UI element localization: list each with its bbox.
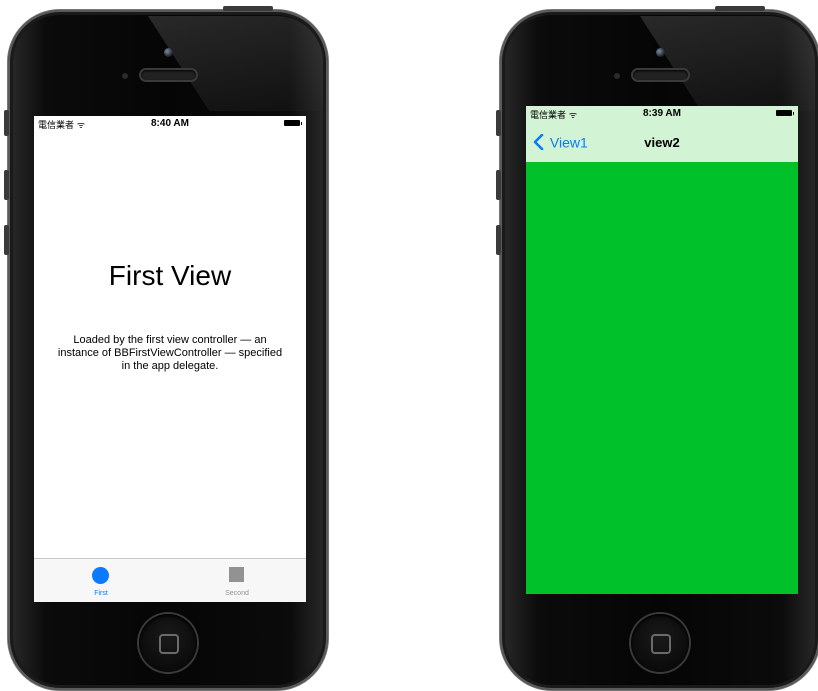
circle-icon bbox=[92, 567, 109, 584]
page-title: First View bbox=[108, 260, 232, 291]
screen-glare bbox=[640, 16, 815, 111]
volume-up-button bbox=[496, 170, 501, 200]
home-square-icon bbox=[159, 634, 179, 654]
screen-glare bbox=[148, 16, 323, 111]
volume-up-button bbox=[4, 170, 9, 200]
proximity-sensor bbox=[614, 73, 620, 79]
tab-second[interactable]: Second bbox=[187, 559, 287, 602]
mute-switch bbox=[496, 110, 501, 136]
tab-second-label: Second bbox=[225, 590, 249, 597]
mute-switch bbox=[4, 110, 9, 136]
home-button[interactable] bbox=[631, 614, 689, 672]
battery-icon bbox=[284, 120, 302, 126]
earpiece-speaker bbox=[633, 70, 688, 80]
earpiece-speaker bbox=[141, 70, 196, 80]
status-time: 8:39 AM bbox=[643, 108, 681, 119]
square-icon bbox=[229, 567, 244, 582]
status-bar: 電信業者 ᯤ 8:39 AM bbox=[526, 106, 798, 122]
power-button bbox=[715, 6, 765, 11]
home-square-icon bbox=[651, 634, 671, 654]
tab-bar: First Second bbox=[34, 558, 306, 602]
front-camera-icon bbox=[164, 48, 173, 57]
status-bar: 電信業者 ᯤ 8:40 AM bbox=[34, 116, 306, 132]
page-description: Loaded by the first view controller — an… bbox=[57, 334, 283, 372]
battery-icon bbox=[776, 110, 794, 116]
tab-first-label: First bbox=[94, 590, 108, 597]
tab-first[interactable]: First bbox=[51, 559, 151, 602]
right-iphone-frame: 電信業者 ᯤ 8:39 AM View1 view2 bbox=[496, 6, 818, 690]
nav-title: view2 bbox=[644, 135, 680, 150]
left-iphone-frame: 電信業者 ᯤ 8:40 AM First View Loaded by the … bbox=[4, 6, 328, 690]
power-button bbox=[223, 6, 273, 11]
home-button[interactable] bbox=[139, 614, 197, 672]
right-screen: 電信業者 ᯤ 8:39 AM View1 view2 bbox=[526, 106, 798, 594]
proximity-sensor bbox=[122, 73, 128, 79]
status-time: 8:40 AM bbox=[151, 118, 189, 129]
volume-down-button bbox=[496, 225, 501, 255]
front-camera-icon bbox=[656, 48, 665, 57]
navigation-bar: 電信業者 ᯤ 8:39 AM View1 view2 bbox=[526, 106, 798, 162]
left-screen: 電信業者 ᯤ 8:40 AM First View Loaded by the … bbox=[34, 116, 306, 602]
volume-down-button bbox=[4, 225, 9, 255]
